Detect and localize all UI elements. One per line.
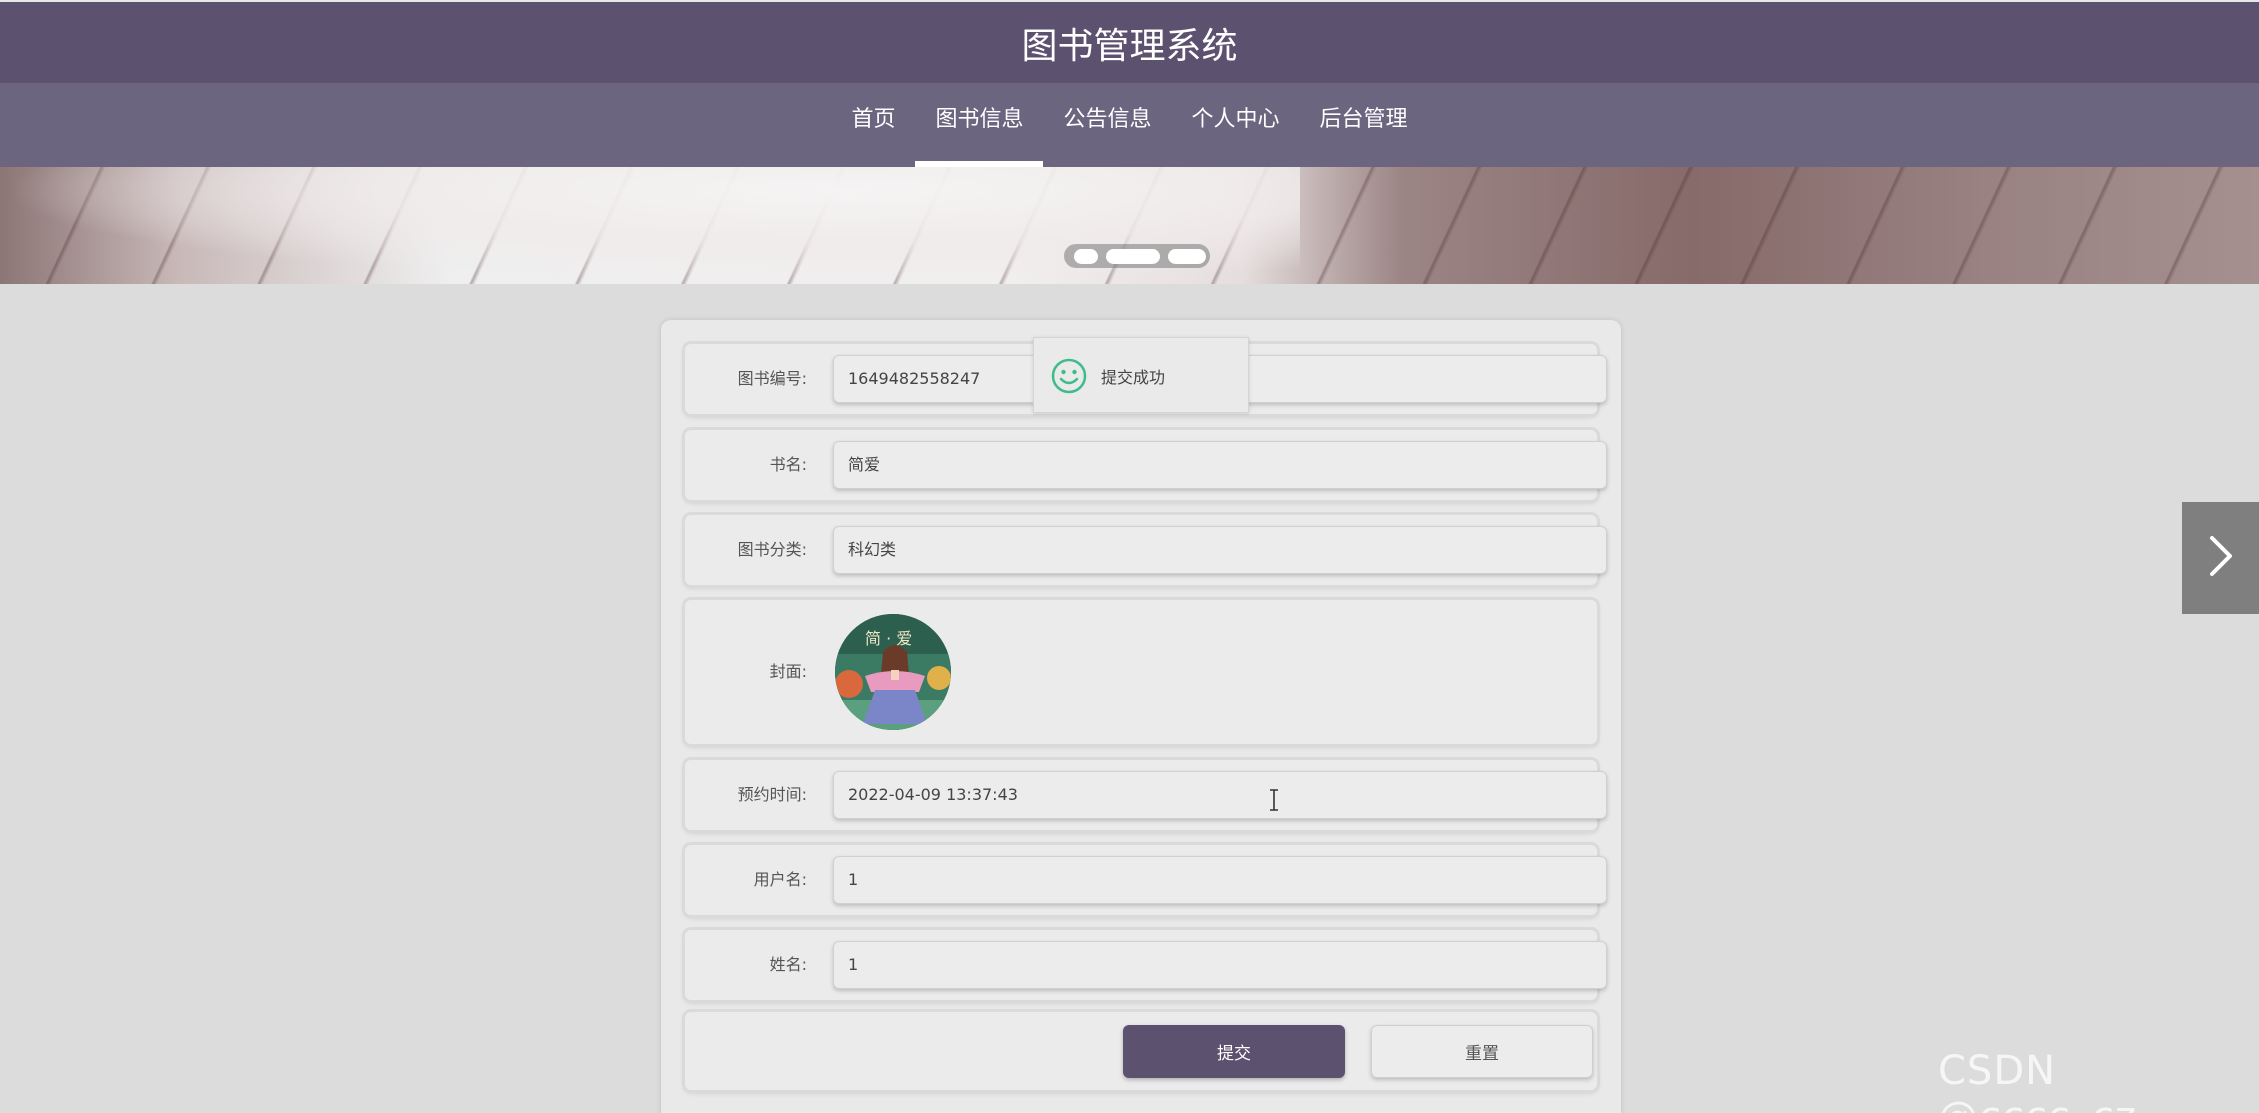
form-row-name: 姓名: 1 <box>685 930 1607 1000</box>
csdn-watermark: CSDN @cccc_cz <box>1938 1048 2136 1113</box>
carousel-dot-3[interactable] <box>1168 248 1206 264</box>
form-row-username: 用户名: 1 <box>685 845 1607 915</box>
toast-message: 提交成功 <box>1101 368 1166 387</box>
cover-illustration: 简 · 爱 <box>835 614 951 730</box>
book-id-label: 图书编号: <box>737 369 807 388</box>
form-row-actions: 提交 重置 <box>685 1012 1597 1090</box>
nav-item-personal-center[interactable]: 个人中心 <box>1172 83 1300 167</box>
book-category-input[interactable]: 科幻类 <box>833 526 1607 574</box>
app-root: 图书管理系统 首页 图书信息 公告信息 个人中心 后台管理 图书编号: 1649… <box>0 0 2259 1113</box>
form-row-reserve-time: 预约时间: 2022-04-09 13:37:43 <box>685 760 1607 830</box>
site-title: 图书管理系统 <box>1021 25 1238 67</box>
carousel-indicators <box>1064 244 1210 268</box>
nav-item-admin[interactable]: 后台管理 <box>1300 83 1428 167</box>
cover-image[interactable]: 简 · 爱 <box>835 614 951 730</box>
submit-button[interactable]: 提交 <box>1123 1025 1345 1078</box>
nav-item-notice-info[interactable]: 公告信息 <box>1043 83 1171 167</box>
name-label: 姓名: <box>769 955 807 974</box>
book-name-input[interactable]: 简爱 <box>833 441 1607 489</box>
cover-label: 封面: <box>769 662 807 681</box>
site-header: 图书管理系统 <box>0 0 2259 83</box>
nav-item-home[interactable]: 首页 <box>831 83 915 167</box>
reset-button[interactable]: 重置 <box>1371 1025 1593 1078</box>
main-nav: 首页 图书信息 公告信息 个人中心 后台管理 <box>0 83 2259 167</box>
username-input[interactable]: 1 <box>833 856 1607 904</box>
svg-text:简 · 爱: 简 · 爱 <box>865 629 912 648</box>
text-cursor-icon <box>1268 789 1280 815</box>
book-category-label: 图书分类: <box>737 540 807 559</box>
reserve-time-label: 预约时间: <box>737 785 807 804</box>
next-page-button[interactable] <box>2182 502 2259 614</box>
chevron-right-icon <box>2206 534 2236 582</box>
book-form-card: 图书编号: 1649482558247 书名: 简爱 图书分类: 科幻类 封面:… <box>661 320 1621 1113</box>
carousel-dot-1[interactable] <box>1074 248 1098 264</box>
form-row-book-category: 图书分类: 科幻类 <box>685 515 1607 585</box>
book-name-label: 书名: <box>769 455 807 474</box>
nav-item-book-info[interactable]: 图书信息 <box>915 83 1044 167</box>
smile-icon <box>1051 358 1087 398</box>
success-toast: 提交成功 <box>1033 337 1249 413</box>
form-row-cover: 封面: 简 · 爱 <box>685 600 1597 744</box>
carousel-dot-2[interactable] <box>1106 248 1160 264</box>
username-label: 用户名: <box>753 870 807 889</box>
name-input[interactable]: 1 <box>833 941 1607 989</box>
reserve-time-input[interactable]: 2022-04-09 13:37:43 <box>833 771 1607 819</box>
form-row-book-name: 书名: 简爱 <box>685 430 1607 500</box>
